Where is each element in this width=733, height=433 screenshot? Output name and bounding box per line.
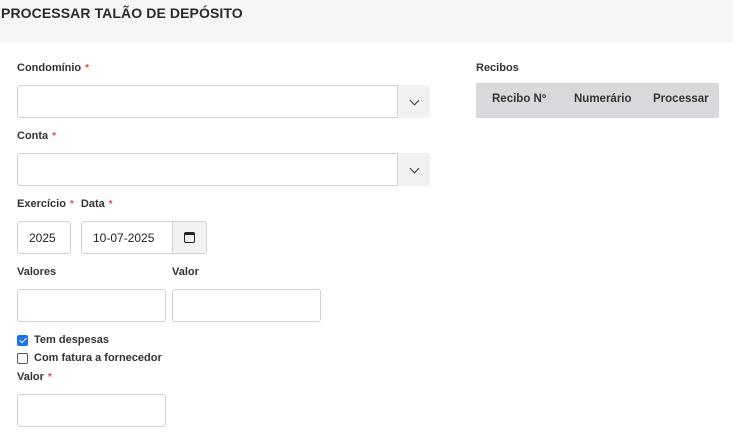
valor-required-label: Valor * [17, 371, 52, 383]
data-input[interactable]: 10-07-2025 [81, 221, 173, 254]
condominio-dropdown-button[interactable] [398, 85, 430, 118]
valor-required-input[interactable] [17, 394, 166, 427]
page-header: PROCESSAR TALÃO DE DEPÓSITO [0, 0, 733, 42]
tem-despesas-checkbox[interactable] [17, 334, 28, 346]
calendar-icon [184, 232, 195, 243]
valor-input[interactable] [172, 289, 321, 322]
column-header-processar[interactable]: Processar [653, 93, 709, 105]
com-fatura-checkbox-row[interactable]: Com fatura a fornecedor [17, 352, 162, 364]
exercicio-data-label: Exercício * Data * [17, 198, 113, 210]
check-icon [18, 335, 27, 343]
conta-select[interactable] [17, 153, 398, 186]
required-mark: * [52, 131, 57, 142]
recibos-table-header: Recibo Nº Numerário Processar [476, 83, 719, 118]
date-picker-button[interactable] [173, 221, 207, 254]
conta-dropdown-button[interactable] [398, 153, 430, 186]
chevron-down-icon [409, 163, 419, 173]
required-mark: * [69, 199, 74, 210]
condominio-label: Condomínio * [17, 62, 90, 74]
required-mark: * [47, 372, 52, 383]
tem-despesas-checkbox-row[interactable]: Tem despesas [17, 334, 109, 346]
com-fatura-label: Com fatura a fornecedor [34, 352, 162, 364]
required-mark: * [85, 63, 90, 74]
page-title: PROCESSAR TALÃO DE DEPÓSITO [1, 5, 243, 21]
conta-label: Conta * [17, 130, 57, 142]
chevron-down-icon [409, 95, 419, 105]
valores-input[interactable] [17, 289, 166, 322]
valor-label: Valor [172, 266, 199, 278]
tem-despesas-label: Tem despesas [34, 334, 110, 346]
required-mark: * [108, 199, 113, 210]
condominio-select[interactable] [17, 85, 398, 118]
column-header-recibo[interactable]: Recibo Nº [492, 93, 546, 105]
exercicio-input[interactable]: 2025 [17, 221, 71, 254]
recibos-title: Recibos [476, 62, 519, 74]
com-fatura-checkbox[interactable] [17, 352, 28, 364]
valores-label: Valores [17, 266, 57, 278]
column-header-numerario[interactable]: Numerário [574, 93, 632, 105]
